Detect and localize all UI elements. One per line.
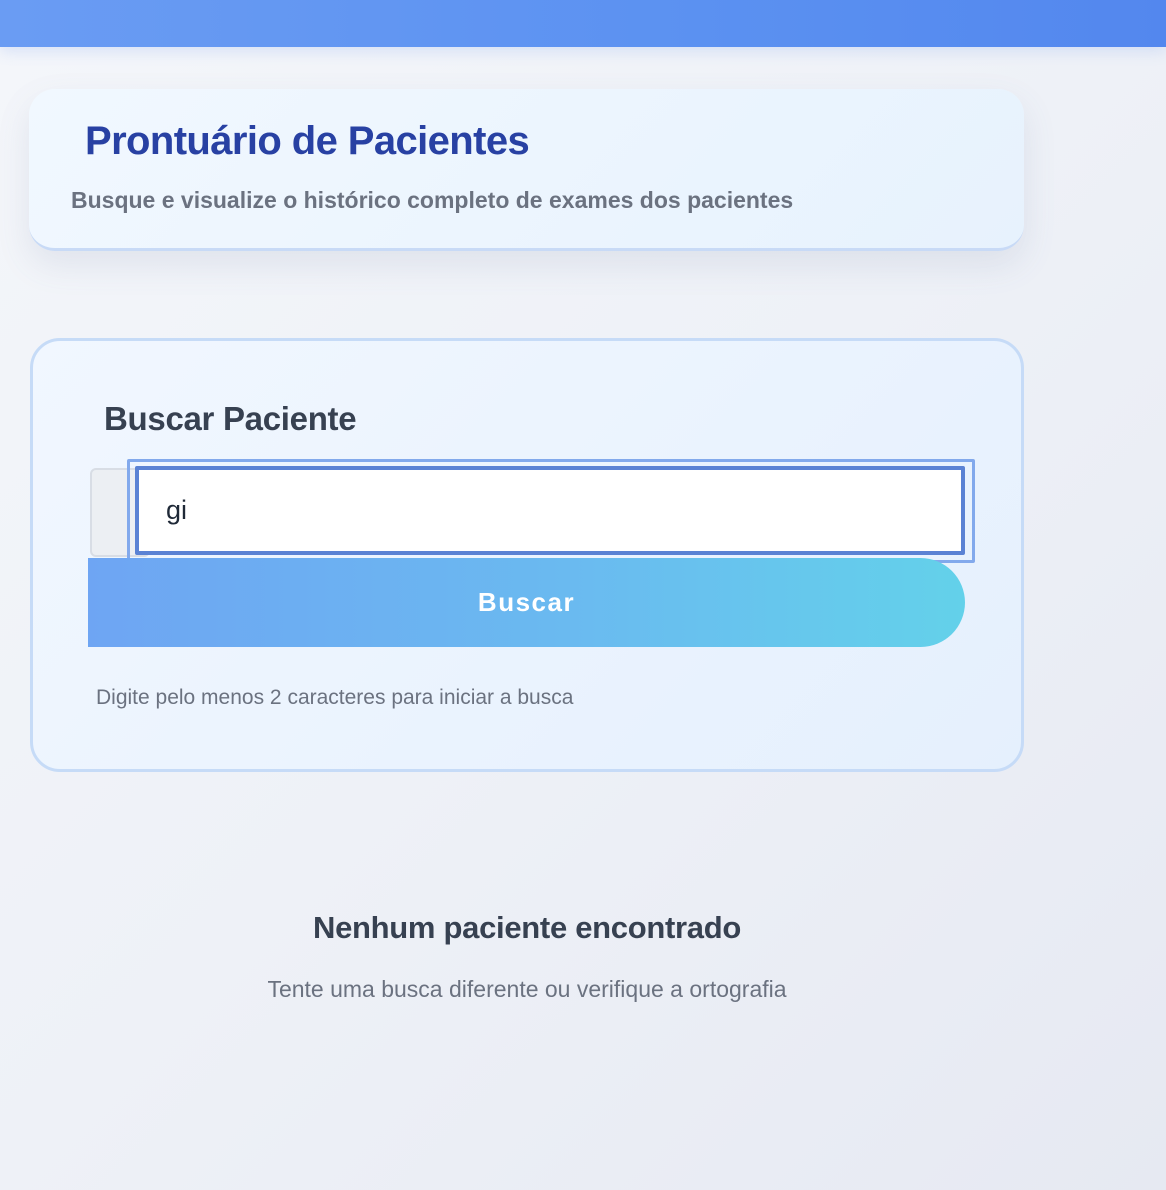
search-hint: Digite pelo menos 2 caracteres para inic… bbox=[96, 686, 574, 709]
top-bar bbox=[0, 0, 1166, 47]
empty-state: Nenhum paciente encontrado Tente uma bus… bbox=[30, 910, 1024, 1003]
page-title: Prontuário de Pacientes bbox=[85, 119, 530, 163]
empty-state-title: Nenhum paciente encontrado bbox=[313, 910, 741, 945]
search-button[interactable]: Buscar bbox=[88, 558, 965, 647]
search-title: Buscar Paciente bbox=[104, 400, 357, 437]
search-input[interactable] bbox=[135, 466, 965, 555]
empty-state-text: Tente uma busca diferente ou verifique a… bbox=[267, 976, 787, 1002]
header-card: Prontuário de Pacientes Busque e visuali… bbox=[29, 89, 1024, 251]
search-card: Buscar Paciente Buscar Digite pelo menos… bbox=[30, 338, 1024, 772]
page-subtitle: Busque e visualize o histórico completo … bbox=[71, 187, 794, 213]
